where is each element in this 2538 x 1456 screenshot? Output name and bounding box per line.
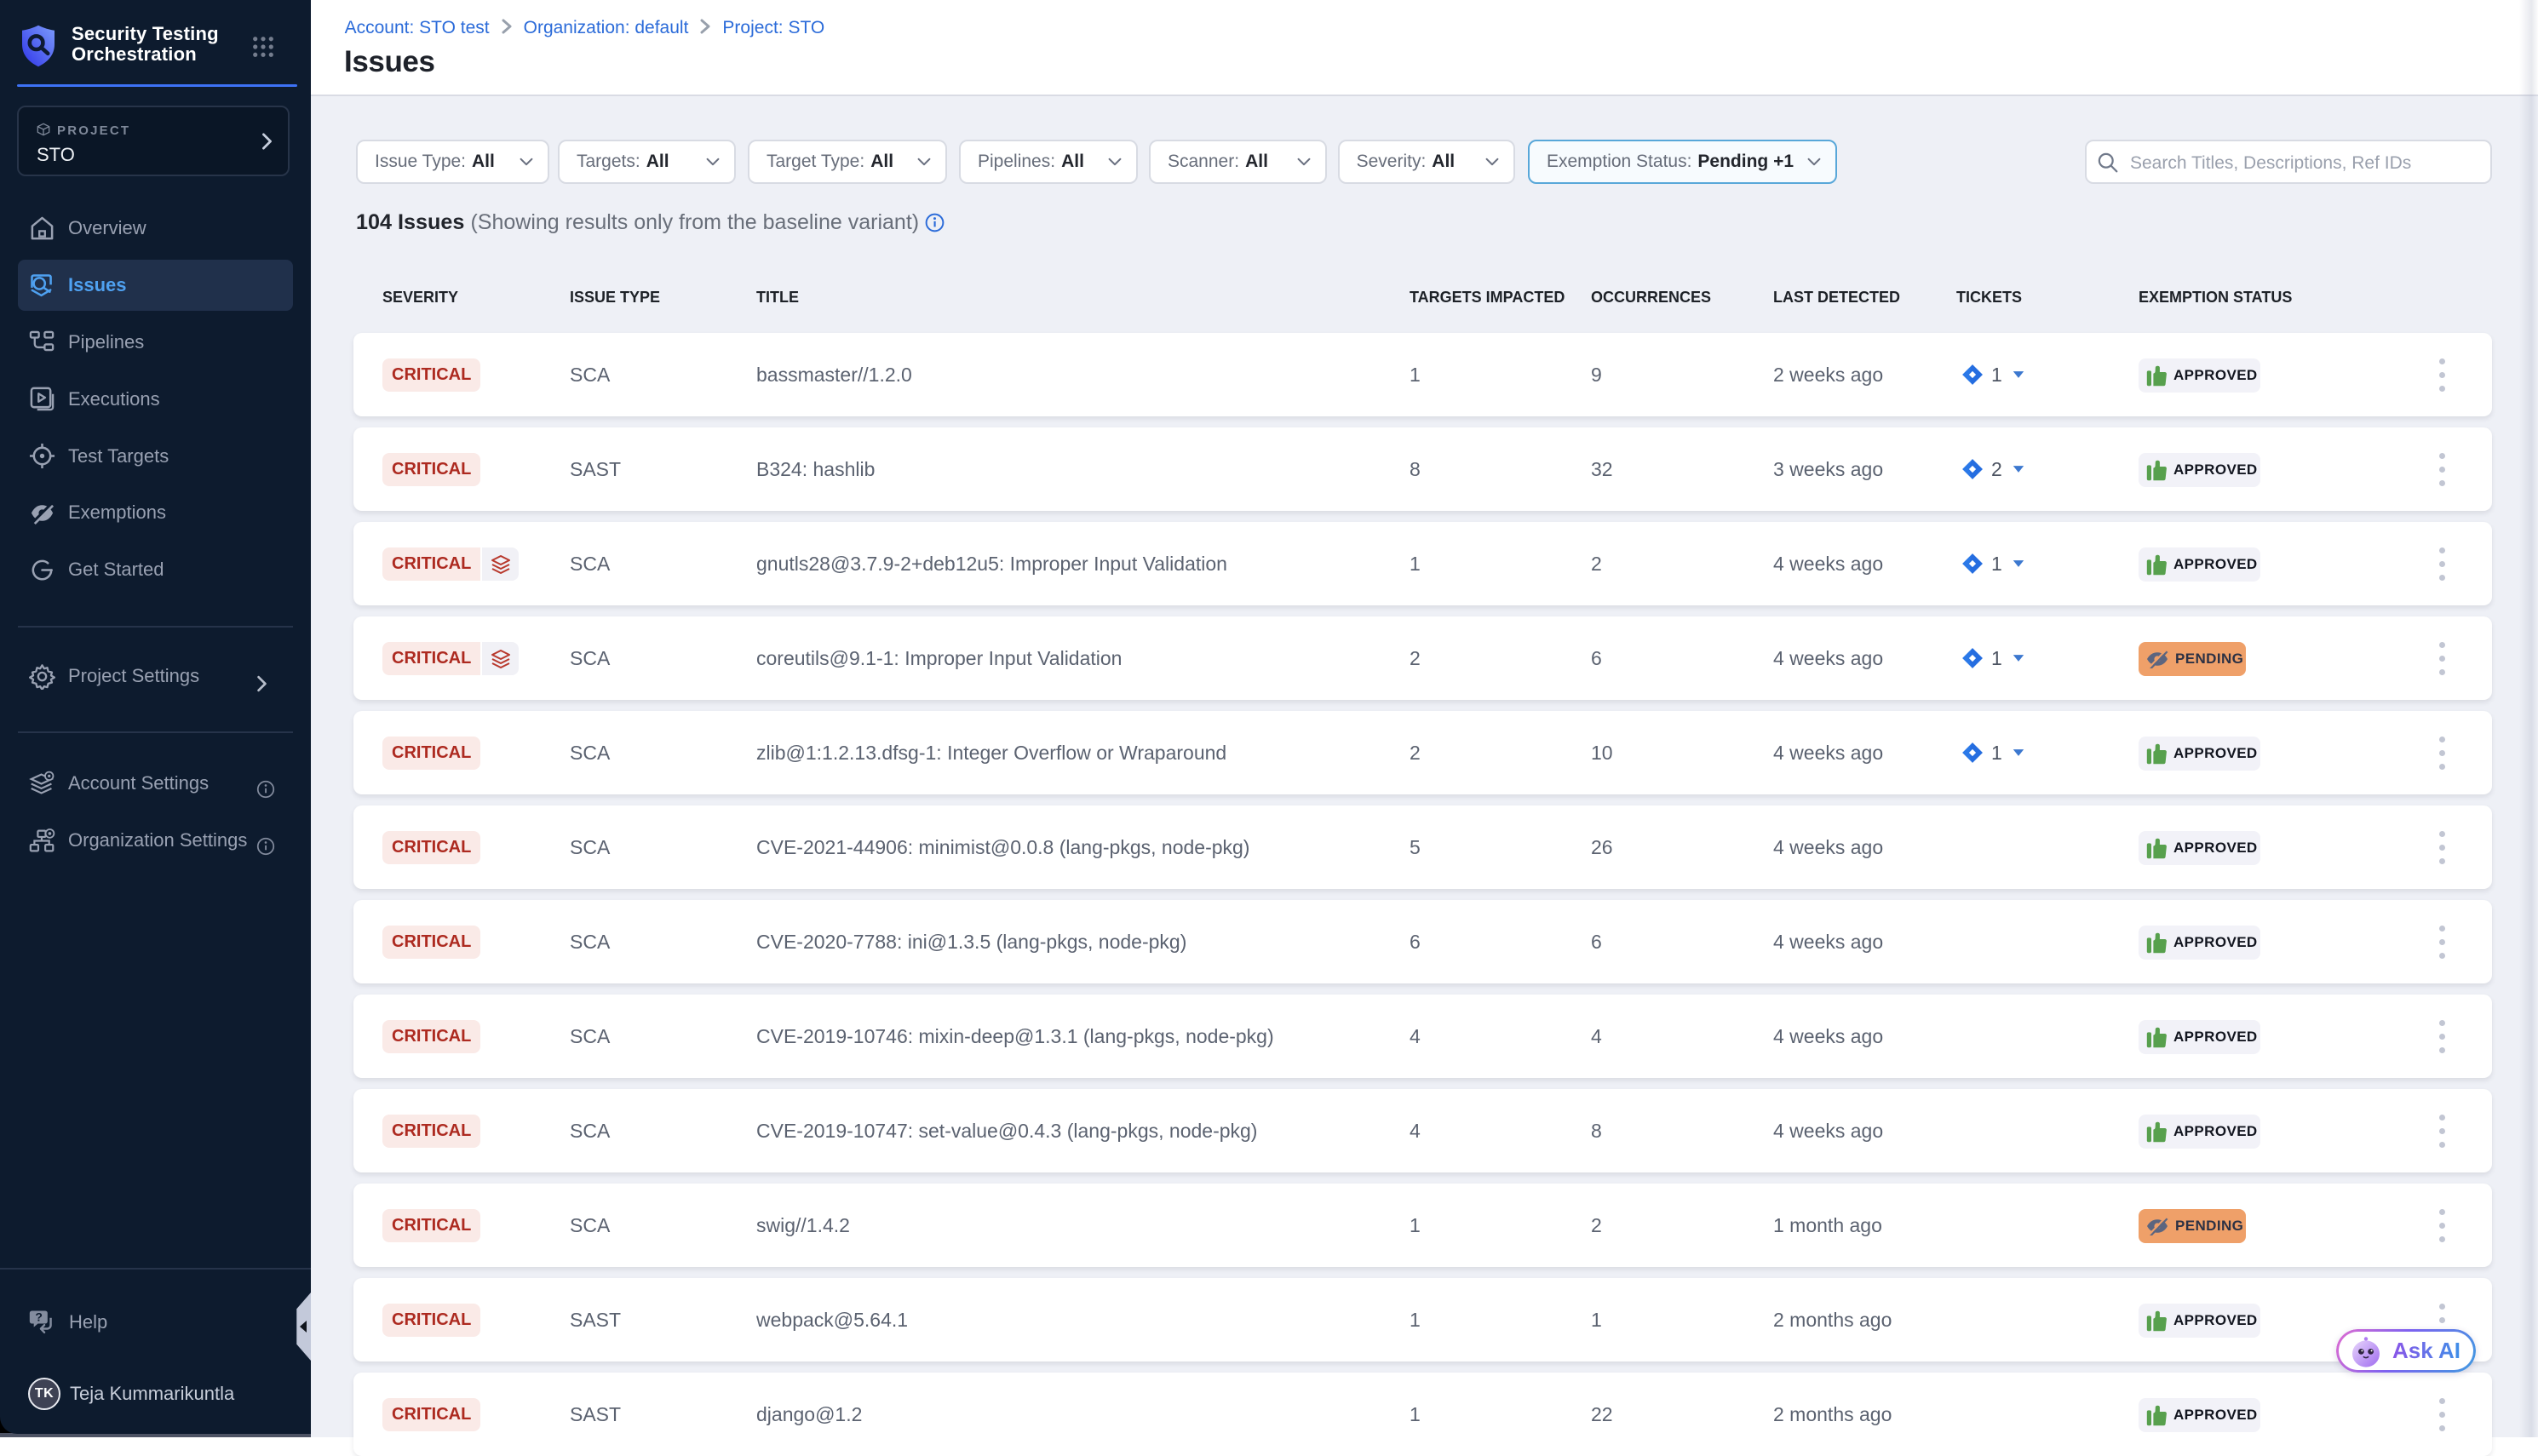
svg-text:?: ?	[35, 1310, 43, 1324]
